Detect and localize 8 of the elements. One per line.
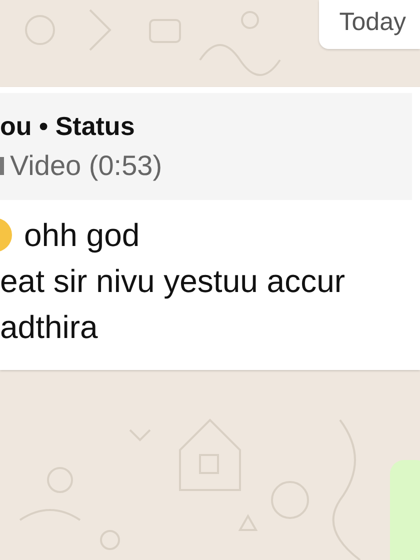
message-text: eat sir nivu yestuu accur — [0, 262, 346, 301]
quote-sender: ou • Status — [0, 111, 136, 142]
quoted-status[interactable]: ou • Status Video (0:53) — [0, 93, 412, 200]
quote-media: Video (0:53) — [10, 150, 162, 182]
date-chip: Today — [319, 0, 420, 49]
message-text: ohh god — [24, 216, 140, 255]
message-text: adthira — [0, 308, 98, 347]
video-icon — [0, 157, 4, 175]
